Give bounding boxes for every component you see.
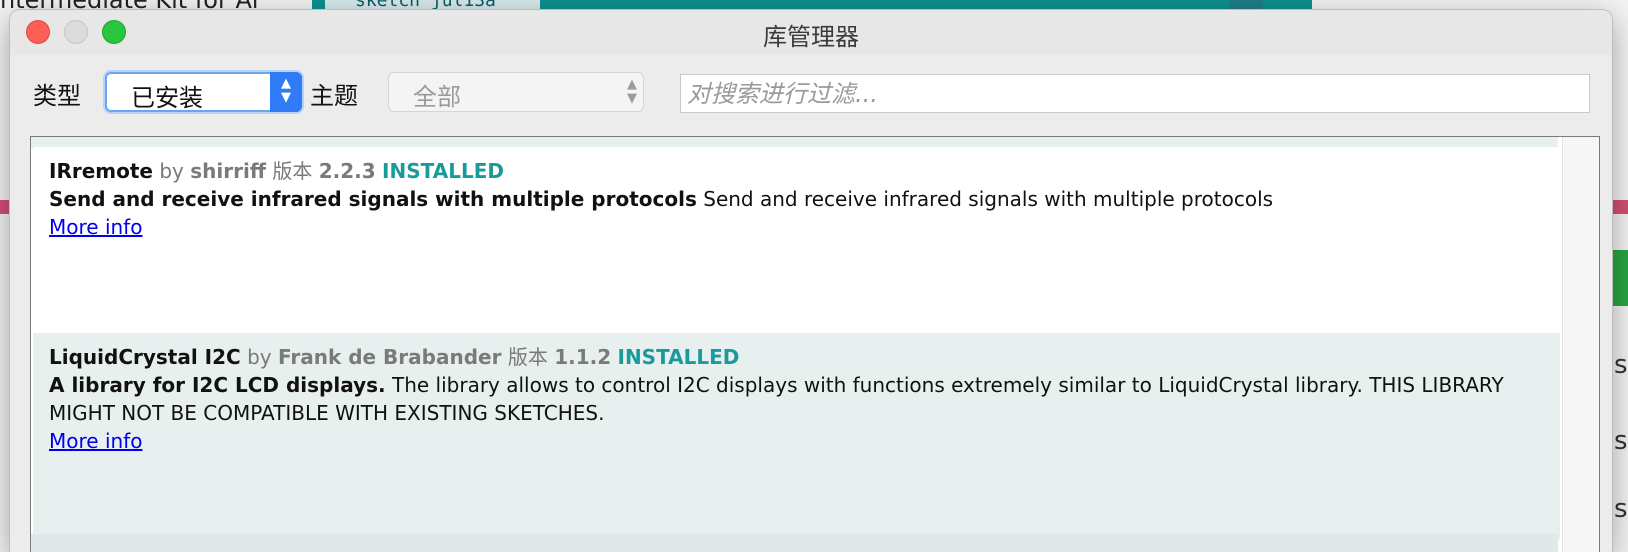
library-sentence: A library for I2C LCD displays. [49,373,386,397]
library-header: IRremote by shirriff 版本 2.2.3 INSTALLED [49,157,1544,185]
topic-select[interactable]: 全部 ▲ ▼ [388,72,644,112]
library-sentence: Send and receive infrared signals with m… [49,187,697,211]
chevron-up-down-icon: ▲ ▼ [627,77,637,106]
library-paragraph: Send and receive infrared signals with m… [703,187,1274,211]
more-info-link[interactable]: More info [49,427,142,455]
by-label: by [159,159,184,183]
library-version: 1.1.2 [554,345,612,369]
more-info-link[interactable]: More info [49,213,142,241]
by-label: by [247,345,272,369]
library-description: A library for I2C LCD displays. The libr… [49,371,1544,427]
library-header: LiquidCrystal I2C by Frank de Brabander … [49,343,1544,371]
window-title: 库管理器 [763,23,859,51]
list-scrollbar[interactable] [1562,137,1599,552]
library-list: IRremote by shirriff 版本 2.2.3 INSTALLED … [30,136,1600,552]
library-author: shirriff [190,159,267,183]
library-version: 2.2.3 [318,159,376,183]
topic-label: 主题 [310,82,358,110]
library-name: LiquidCrystal I2C [49,345,241,369]
title-bar[interactable]: 库管理器 [10,10,1612,55]
library-item-irremote[interactable]: IRremote by shirriff 版本 2.2.3 INSTALLED … [33,147,1560,333]
library-item-liquidcrystal-i2c[interactable]: LiquidCrystal I2C by Frank de Brabander … [33,333,1560,540]
search-input[interactable] [680,74,1590,113]
chevron-up-down-icon: ▲ ▼ [270,72,302,112]
topic-select-value: 全部 [413,83,461,111]
type-select[interactable]: 已安装 ▲ ▼ [105,72,302,112]
library-name: IRremote [49,159,153,183]
version-label: 版本 [507,345,548,369]
library-item-next[interactable] [31,534,1558,552]
type-label: 类型 [33,82,81,110]
installed-status: INSTALLED [617,345,740,369]
library-author: Frank de Brabander [277,345,502,369]
library-description: Send and receive infrared signals with m… [49,185,1544,213]
library-manager-dialog: 库管理器 类型 已安装 ▲▼ 主题 全部 ▲▼ IRremote by shir… [10,10,1612,552]
type-select-value: 已安装 [131,84,203,112]
installed-status: INSTALLED [382,159,504,183]
version-label: 版本 [272,159,313,183]
